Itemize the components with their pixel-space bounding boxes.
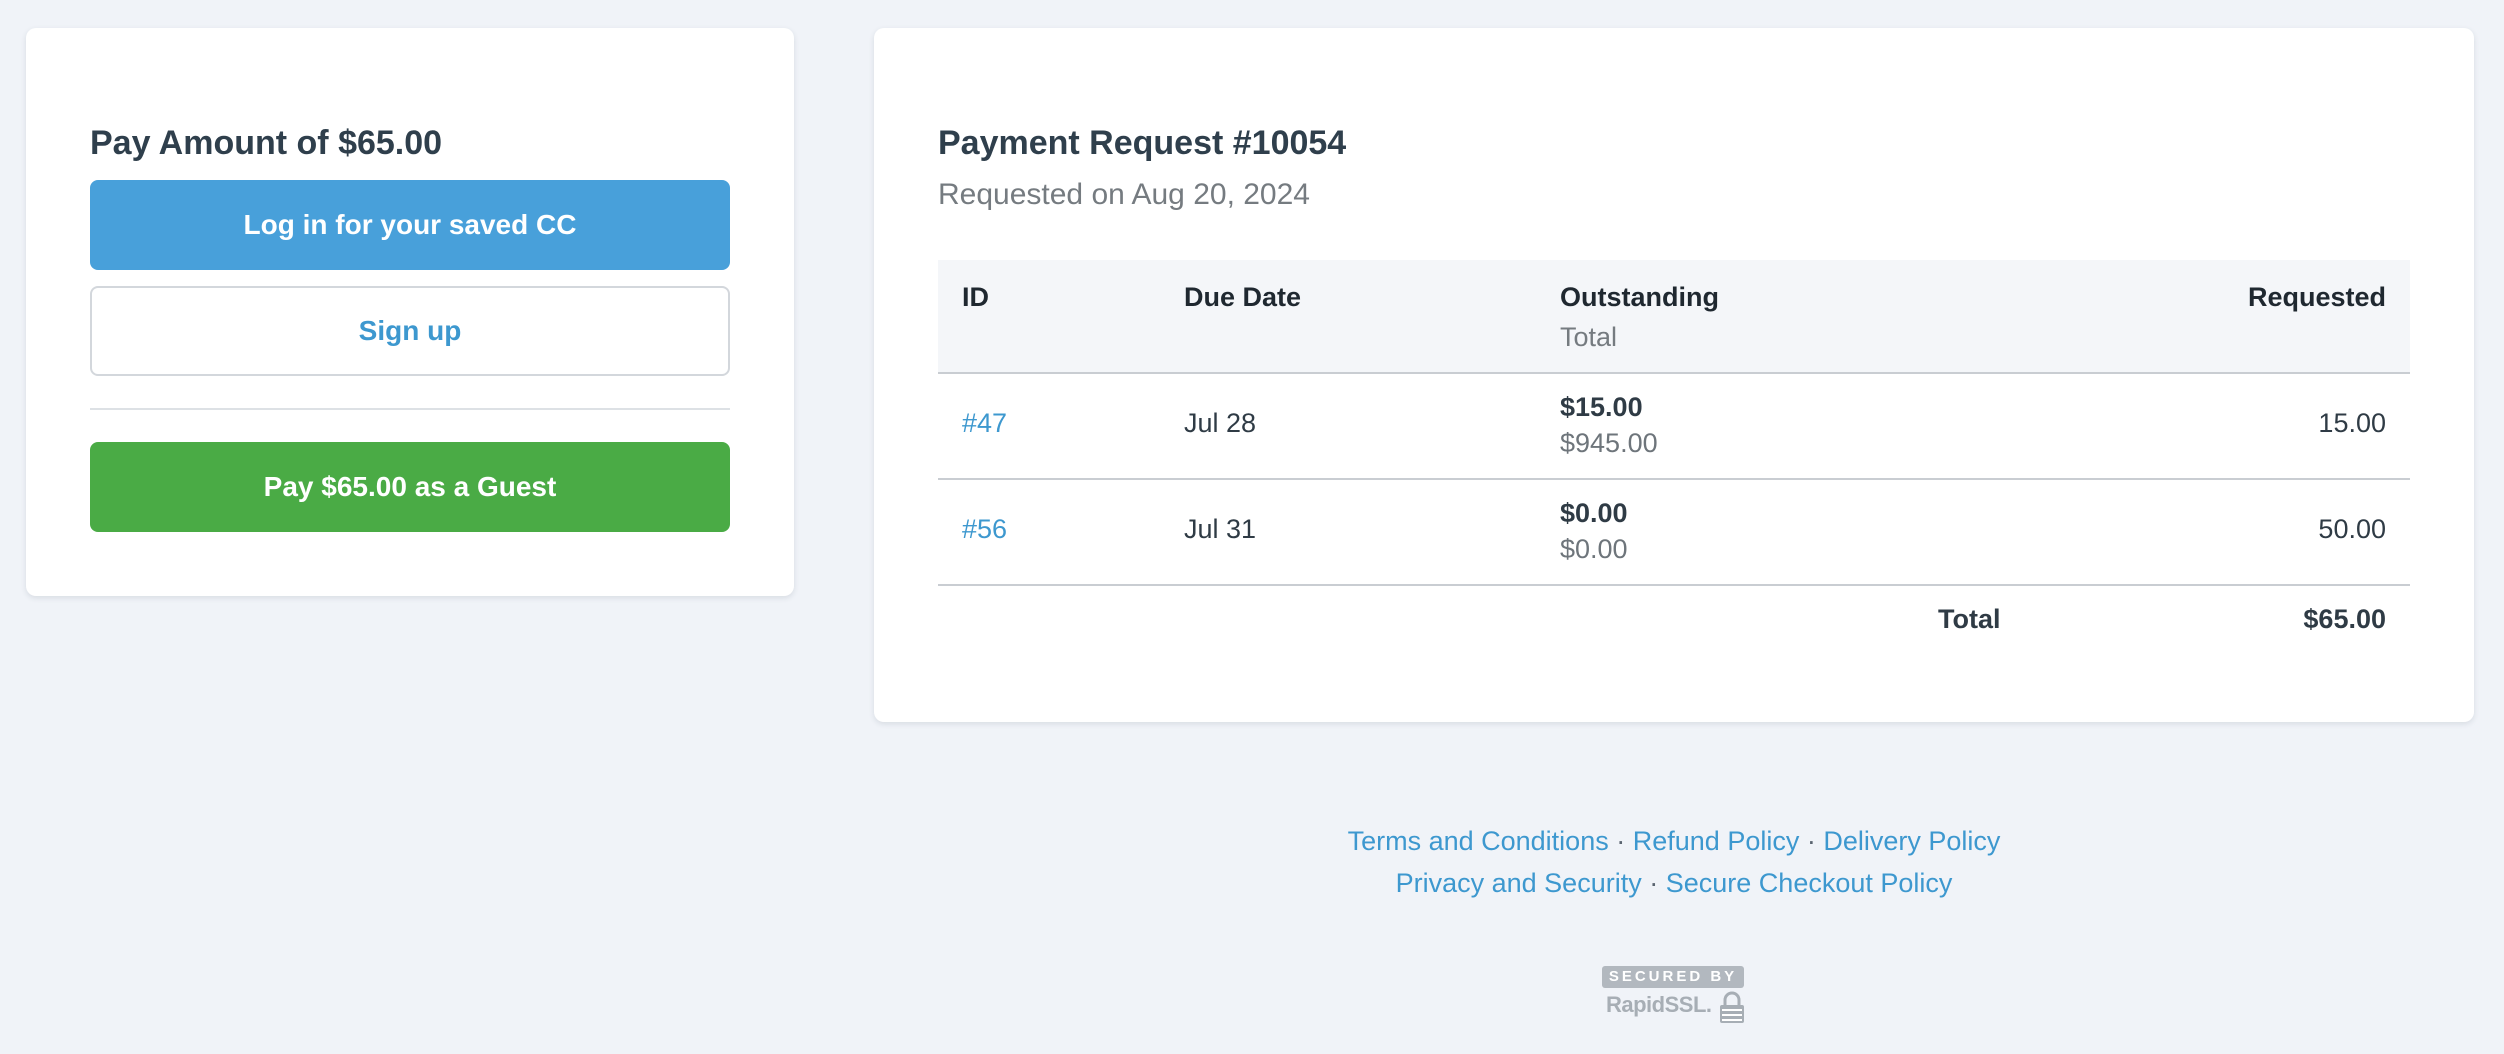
payment-request-title: Payment Request #10054 xyxy=(938,124,1347,162)
privacy-and-security-link[interactable]: Privacy and Security xyxy=(1396,868,1642,898)
ssl-brand-name: RapidSSL. xyxy=(1606,992,1712,1017)
invoice-table: ID Due Date Outstanding Total Requested … xyxy=(938,260,2410,664)
footer-links-line-1: Terms and Conditions · Refund Policy · D… xyxy=(874,820,2474,862)
header-due-date: Due Date xyxy=(1184,282,1302,312)
total-value: $65.00 xyxy=(2303,604,2386,634)
pay-amount-title: Pay Amount of $65.00 xyxy=(90,124,443,162)
separator: · xyxy=(1806,826,1816,856)
outstanding-amount: $15.00 xyxy=(1560,392,1643,422)
secure-checkout-policy-link[interactable]: Secure Checkout Policy xyxy=(1666,868,1953,898)
total-row: Total $65.00 xyxy=(938,586,2410,664)
payment-request-card: Payment Request #10054 Requested on Aug … xyxy=(874,28,2474,722)
ssl-secured-by: SECURED BY xyxy=(1602,966,1744,988)
header-outstanding-total: Total xyxy=(1560,322,1618,352)
divider xyxy=(90,408,730,410)
separator: · xyxy=(1649,868,1659,898)
table-header: ID Due Date Outstanding Total Requested xyxy=(938,260,2410,374)
refund-policy-link[interactable]: Refund Policy xyxy=(1633,826,1800,856)
terms-and-conditions-link[interactable]: Terms and Conditions xyxy=(1348,826,1609,856)
login-saved-cc-button[interactable]: Log in for your saved CC xyxy=(90,180,730,270)
footer-links: Terms and Conditions · Refund Policy · D… xyxy=(874,820,2474,904)
outstanding-total: $0.00 xyxy=(1560,534,1628,564)
footer-links-line-2: Privacy and Security · Secure Checkout P… xyxy=(874,862,2474,904)
pay-amount-card: Pay Amount of $65.00 Log in for your sav… xyxy=(26,28,794,596)
due-date: Jul 31 xyxy=(1184,514,1257,544)
outstanding-total: $945.00 xyxy=(1560,428,1658,458)
requested-amount: 50.00 xyxy=(2318,514,2386,544)
requested-amount: 15.00 xyxy=(2318,408,2386,438)
invoice-id-link[interactable]: #56 xyxy=(962,514,1007,545)
due-date: Jul 28 xyxy=(1184,408,1257,438)
delivery-policy-link[interactable]: Delivery Policy xyxy=(1823,826,2000,856)
payment-page: Pay Amount of $65.00 Log in for your sav… xyxy=(0,0,2504,1054)
header-outstanding: Outstanding xyxy=(1560,282,1719,312)
total-label: Total xyxy=(1938,604,2001,634)
header-requested: Requested xyxy=(2247,282,2386,312)
table-row: #47 Jul 28 $15.00 $945.00 15.00 xyxy=(938,374,2410,480)
sign-up-button[interactable]: Sign up xyxy=(90,286,730,376)
header-id: ID xyxy=(962,282,989,312)
outstanding-amount: $0.00 xyxy=(1560,498,1628,528)
separator: · xyxy=(1616,826,1626,856)
rapidssl-badge: SECURED BY RapidSSL. xyxy=(1602,966,1746,1024)
requested-date: Requested on Aug 20, 2024 xyxy=(938,178,1310,211)
invoice-id-link[interactable]: #47 xyxy=(962,408,1007,439)
pay-as-guest-button[interactable]: Pay $65.00 as a Guest xyxy=(90,442,730,532)
table-row: #56 Jul 31 $0.00 $0.00 50.00 xyxy=(938,480,2410,586)
padlock-icon xyxy=(1720,991,1744,1023)
